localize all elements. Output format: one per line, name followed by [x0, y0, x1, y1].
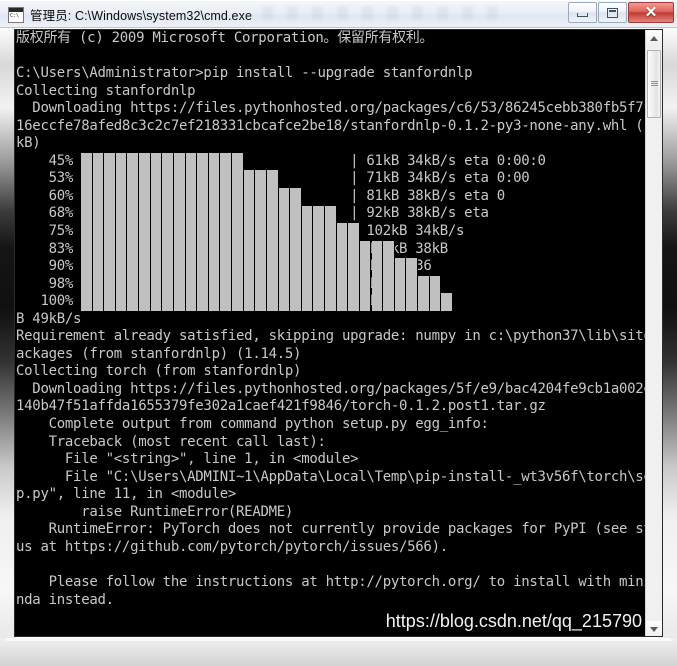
cmd-console-icon: [8, 6, 24, 23]
console-line: 53% | | 71kB 34kB/s eta 0:00: [16, 170, 530, 187]
console-line: Downloading https://files.pythonhosted.o…: [16, 380, 647, 397]
console-line: p.py", line 11, in <module>: [16, 486, 237, 503]
close-icon: ✕: [644, 4, 658, 21]
console-line: 90% | | 122kB 36: [16, 258, 432, 275]
console-line: 83% | | 112kB 38kB: [16, 240, 449, 257]
console-line: 140b47f51affda1655379fe302a1caef421f9846…: [16, 398, 546, 415]
console-line: kB): [16, 135, 41, 152]
maximize-button[interactable]: [598, 2, 627, 23]
scrollbar-thumb[interactable]: [647, 50, 661, 118]
console-line: 版权所有 (c) 2009 Microsoft Corporation。保留所有…: [16, 30, 434, 46]
console-line: 68% | | 92kB 38kB/s eta: [16, 205, 489, 222]
ghost-icon: [462, 6, 473, 20]
console-line: B 49kB/s: [16, 310, 82, 327]
console-line: Collecting stanfordnlp: [16, 82, 196, 99]
window-title: 管理员: C:\Windows\system32\cmd.exe: [30, 9, 253, 23]
console-line: Requirement already satisfied, skipping …: [16, 328, 647, 345]
console-line: us at https://github.com/pytorch/pytorch…: [16, 538, 448, 555]
ghost-icon: [412, 6, 423, 20]
console-line: Please follow the instructions at http:/…: [16, 573, 647, 590]
minimize-icon: [577, 12, 588, 17]
ghost-icon: [312, 6, 323, 20]
window-border-bottom: [0, 638, 677, 666]
window-border-right: [661, 28, 677, 638]
titlebar-ghost-icons: [262, 6, 552, 24]
ghost-icon: [337, 6, 348, 20]
console-line: RuntimeError: PyTorch does not currently…: [16, 521, 647, 538]
maximize-icon: [607, 7, 618, 18]
scroll-down-arrow[interactable]: [646, 621, 662, 636]
console-line: 75% | | 102kB 34kB/s: [16, 223, 465, 240]
console-line: 16eccfe78afed8c3c2c7ef218331cbcafce2be18…: [16, 117, 647, 134]
caption-button-group: ✕: [567, 2, 674, 24]
chevron-up-icon: [650, 36, 658, 41]
console-client-area[interactable]: 版权所有 (c) 2009 Microsoft Corporation。保留所有…: [14, 29, 663, 637]
console-line: raise RuntimeError(README): [16, 503, 294, 520]
console-line: 100% | | 143k: [16, 293, 399, 310]
ghost-icon: [487, 6, 498, 20]
console-line: Complete output from command python setu…: [16, 416, 489, 433]
console-line: ackages (from stanfordnlp) (1.14.5): [16, 345, 302, 362]
ghost-icon: [262, 6, 273, 20]
console-line: C:\Users\Administrator>pip install --upg…: [16, 65, 473, 82]
ghost-icon: [437, 6, 448, 20]
cmd-window: 管理员: C:\Windows\system32\cmd.exe ✕: [0, 0, 677, 666]
window-titlebar[interactable]: 管理员: C:\Windows\system32\cmd.exe ✕: [0, 0, 677, 28]
console-line: 60% | | 81kB 38kB/s eta 0: [16, 187, 506, 204]
console-line: Traceback (most recent call last):: [16, 433, 326, 450]
ghost-icon: [287, 6, 298, 20]
minimize-button[interactable]: [568, 2, 597, 23]
console-line: 45% | | 61kB 34kB/s eta 0:00:0: [16, 152, 546, 169]
watermark-url: https://blog.csdn.net/qq_215790: [385, 611, 642, 631]
ghost-icon: [362, 6, 373, 20]
close-button[interactable]: ✕: [628, 2, 674, 23]
console-line: Collecting torch (from stanfordnlp): [16, 363, 302, 380]
vertical-scrollbar[interactable]: [645, 30, 662, 636]
console-line: File "<string>", line 1, in <module>: [16, 451, 359, 468]
console-line: 98% | | 133kB: [16, 275, 408, 292]
console-output-text: 版权所有 (c) 2009 Microsoft Corporation。保留所有…: [15, 30, 647, 636]
ghost-icon: [387, 6, 398, 20]
console-line: Downloading https://files.pythonhosted.o…: [16, 100, 647, 117]
console-line: nda instead.: [16, 591, 114, 608]
console-line: File "C:\Users\ADMINI~1\AppData\Local\Te…: [16, 468, 647, 485]
chevron-down-icon: [650, 627, 658, 632]
scroll-up-arrow[interactable]: [646, 30, 662, 47]
